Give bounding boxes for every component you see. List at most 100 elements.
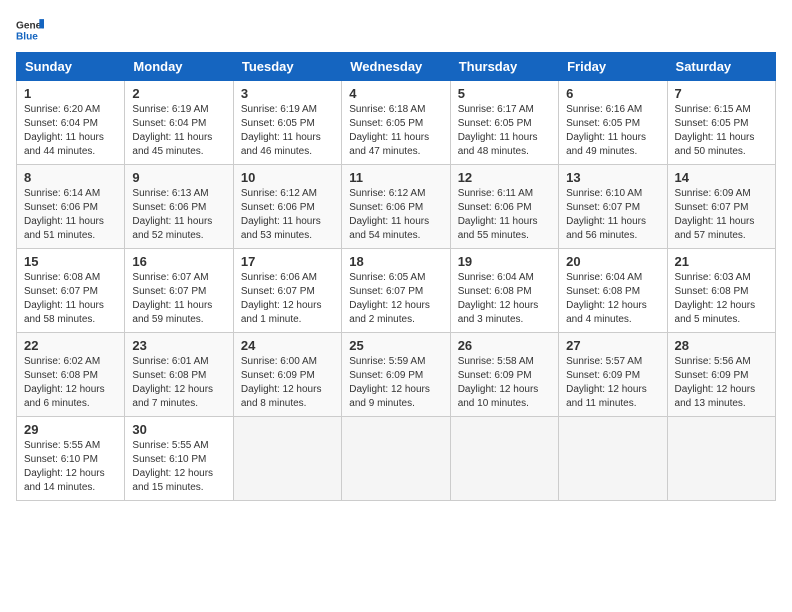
- day-info: Sunrise: 6:02 AMSunset: 6:08 PMDaylight:…: [24, 355, 117, 411]
- calendar-cell: 21 Sunrise: 6:03 AMSunset: 6:08 PMDayligh…: [667, 249, 775, 333]
- svg-text:Blue: Blue: [16, 31, 38, 42]
- day-info: Sunrise: 5:59 AMSunset: 6:09 PMDaylight:…: [349, 355, 442, 411]
- day-info: Sunrise: 5:58 AMSunset: 6:09 PMDaylight:…: [458, 355, 551, 411]
- day-info: Sunrise: 6:14 AMSunset: 6:06 PMDaylight:…: [24, 187, 117, 243]
- calendar-week-row: 8 Sunrise: 6:14 AMSunset: 6:06 PMDaylight…: [17, 165, 776, 249]
- day-number: 1: [24, 86, 117, 101]
- day-info: Sunrise: 6:11 AMSunset: 6:06 PMDaylight:…: [458, 187, 551, 243]
- day-info: Sunrise: 6:20 AMSunset: 6:04 PMDaylight:…: [24, 103, 117, 159]
- day-number: 11: [349, 170, 442, 185]
- day-number: 24: [241, 338, 334, 353]
- day-number: 9: [132, 170, 225, 185]
- day-number: 25: [349, 338, 442, 353]
- calendar-body: 1 Sunrise: 6:20 AMSunset: 6:04 PMDaylight…: [17, 81, 776, 501]
- logo: General Blue: [16, 16, 50, 44]
- day-info: Sunrise: 5:57 AMSunset: 6:09 PMDaylight:…: [566, 355, 659, 411]
- day-number: 17: [241, 254, 334, 269]
- calendar-cell: [233, 417, 341, 501]
- day-info: Sunrise: 6:05 AMSunset: 6:07 PMDaylight:…: [349, 271, 442, 327]
- calendar-week-row: 1 Sunrise: 6:20 AMSunset: 6:04 PMDaylight…: [17, 81, 776, 165]
- day-info: Sunrise: 6:06 AMSunset: 6:07 PMDaylight:…: [241, 271, 334, 327]
- day-number: 3: [241, 86, 334, 101]
- weekday-header-sunday: Sunday: [17, 53, 125, 81]
- calendar-cell: [559, 417, 667, 501]
- day-number: 22: [24, 338, 117, 353]
- weekday-header-wednesday: Wednesday: [342, 53, 450, 81]
- weekday-header-saturday: Saturday: [667, 53, 775, 81]
- day-info: Sunrise: 6:17 AMSunset: 6:05 PMDaylight:…: [458, 103, 551, 159]
- calendar-cell: 3 Sunrise: 6:19 AMSunset: 6:05 PMDaylight…: [233, 81, 341, 165]
- weekday-header-friday: Friday: [559, 53, 667, 81]
- day-info: Sunrise: 6:10 AMSunset: 6:07 PMDaylight:…: [566, 187, 659, 243]
- day-info: Sunrise: 6:18 AMSunset: 6:05 PMDaylight:…: [349, 103, 442, 159]
- day-number: 15: [24, 254, 117, 269]
- day-info: Sunrise: 5:55 AMSunset: 6:10 PMDaylight:…: [132, 439, 225, 495]
- calendar-cell: 27 Sunrise: 5:57 AMSunset: 6:09 PMDayligh…: [559, 333, 667, 417]
- calendar-cell: 11 Sunrise: 6:12 AMSunset: 6:06 PMDayligh…: [342, 165, 450, 249]
- day-number: 14: [675, 170, 768, 185]
- day-info: Sunrise: 6:03 AMSunset: 6:08 PMDaylight:…: [675, 271, 768, 327]
- day-number: 12: [458, 170, 551, 185]
- calendar-cell: 22 Sunrise: 6:02 AMSunset: 6:08 PMDayligh…: [17, 333, 125, 417]
- calendar-table: SundayMondayTuesdayWednesdayThursdayFrid…: [16, 52, 776, 501]
- day-info: Sunrise: 6:00 AMSunset: 6:09 PMDaylight:…: [241, 355, 334, 411]
- day-number: 4: [349, 86, 442, 101]
- day-number: 20: [566, 254, 659, 269]
- day-number: 21: [675, 254, 768, 269]
- day-number: 28: [675, 338, 768, 353]
- logo-icon: General Blue: [16, 16, 44, 44]
- page-header: General Blue: [16, 16, 776, 44]
- day-info: Sunrise: 6:19 AMSunset: 6:05 PMDaylight:…: [241, 103, 334, 159]
- weekday-header-monday: Monday: [125, 53, 233, 81]
- calendar-cell: 24 Sunrise: 6:00 AMSunset: 6:09 PMDayligh…: [233, 333, 341, 417]
- calendar-cell: 4 Sunrise: 6:18 AMSunset: 6:05 PMDaylight…: [342, 81, 450, 165]
- day-number: 8: [24, 170, 117, 185]
- day-number: 16: [132, 254, 225, 269]
- calendar-cell: [667, 417, 775, 501]
- day-number: 29: [24, 422, 117, 437]
- day-info: Sunrise: 6:19 AMSunset: 6:04 PMDaylight:…: [132, 103, 225, 159]
- day-info: Sunrise: 6:09 AMSunset: 6:07 PMDaylight:…: [675, 187, 768, 243]
- day-number: 5: [458, 86, 551, 101]
- day-info: Sunrise: 6:12 AMSunset: 6:06 PMDaylight:…: [349, 187, 442, 243]
- weekday-header-tuesday: Tuesday: [233, 53, 341, 81]
- day-number: 26: [458, 338, 551, 353]
- calendar-cell: 16Sunrise: 6:07 AMSunset: 6:07 PMDayligh…: [125, 249, 233, 333]
- calendar-week-row: 22 Sunrise: 6:02 AMSunset: 6:08 PMDayligh…: [17, 333, 776, 417]
- calendar-cell: 30 Sunrise: 5:55 AMSunset: 6:10 PMDayligh…: [125, 417, 233, 501]
- day-info: Sunrise: 6:16 AMSunset: 6:05 PMDaylight:…: [566, 103, 659, 159]
- calendar-cell: 23 Sunrise: 6:01 AMSunset: 6:08 PMDayligh…: [125, 333, 233, 417]
- calendar-cell: 15Sunrise: 6:08 AMSunset: 6:07 PMDayligh…: [17, 249, 125, 333]
- calendar-cell: 9Sunrise: 6:13 AMSunset: 6:06 PMDaylight…: [125, 165, 233, 249]
- calendar-cell: 26 Sunrise: 5:58 AMSunset: 6:09 PMDayligh…: [450, 333, 558, 417]
- calendar-cell: 18 Sunrise: 6:05 AMSunset: 6:07 PMDayligh…: [342, 249, 450, 333]
- day-number: 30: [132, 422, 225, 437]
- calendar-week-row: 15Sunrise: 6:08 AMSunset: 6:07 PMDayligh…: [17, 249, 776, 333]
- day-number: 18: [349, 254, 442, 269]
- day-info: Sunrise: 6:04 AMSunset: 6:08 PMDaylight:…: [458, 271, 551, 327]
- day-info: Sunrise: 5:56 AMSunset: 6:09 PMDaylight:…: [675, 355, 768, 411]
- day-info: Sunrise: 5:55 AMSunset: 6:10 PMDaylight:…: [24, 439, 117, 495]
- calendar-cell: [342, 417, 450, 501]
- calendar-cell: 12 Sunrise: 6:11 AMSunset: 6:06 PMDayligh…: [450, 165, 558, 249]
- weekday-header-thursday: Thursday: [450, 53, 558, 81]
- day-number: 19: [458, 254, 551, 269]
- calendar-cell: 17 Sunrise: 6:06 AMSunset: 6:07 PMDayligh…: [233, 249, 341, 333]
- calendar-week-row: 29 Sunrise: 5:55 AMSunset: 6:10 PMDayligh…: [17, 417, 776, 501]
- day-number: 2: [132, 86, 225, 101]
- calendar-cell: 25 Sunrise: 5:59 AMSunset: 6:09 PMDayligh…: [342, 333, 450, 417]
- calendar-cell: 20Sunrise: 6:04 AMSunset: 6:08 PMDayligh…: [559, 249, 667, 333]
- calendar-cell: 28 Sunrise: 5:56 AMSunset: 6:09 PMDayligh…: [667, 333, 775, 417]
- day-number: 6: [566, 86, 659, 101]
- calendar-cell: 7Sunrise: 6:15 AMSunset: 6:05 PMDaylight…: [667, 81, 775, 165]
- day-info: Sunrise: 6:01 AMSunset: 6:08 PMDaylight:…: [132, 355, 225, 411]
- calendar-cell: 14 Sunrise: 6:09 AMSunset: 6:07 PMDayligh…: [667, 165, 775, 249]
- calendar-cell: [450, 417, 558, 501]
- day-number: 23: [132, 338, 225, 353]
- day-number: 13: [566, 170, 659, 185]
- calendar-cell: 29 Sunrise: 5:55 AMSunset: 6:10 PMDayligh…: [17, 417, 125, 501]
- calendar-cell: 5 Sunrise: 6:17 AMSunset: 6:05 PMDaylight…: [450, 81, 558, 165]
- day-number: 27: [566, 338, 659, 353]
- day-info: Sunrise: 6:15 AMSunset: 6:05 PMDaylight:…: [675, 103, 768, 159]
- day-number: 10: [241, 170, 334, 185]
